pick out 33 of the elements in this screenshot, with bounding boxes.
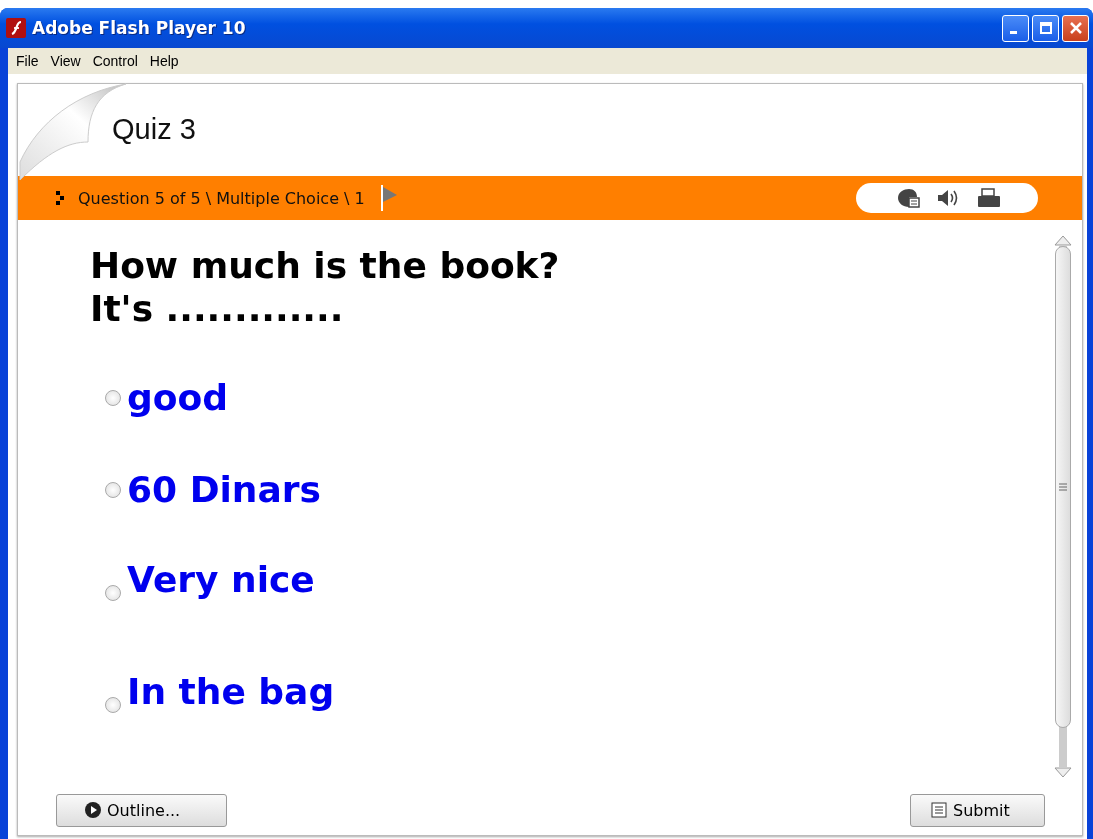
radio-button[interactable] [105,697,121,713]
close-icon [1069,22,1082,34]
question-breadcrumb: Question 5 of 5 \ Multiple Choice \ 1 [78,188,365,208]
minimize-button[interactable] [1002,14,1029,42]
window-title: Adobe Flash Player 10 [32,18,246,38]
answer-option[interactable]: 60 Dinars [127,467,321,513]
menu-item[interactable]: Control [88,53,146,69]
menu-item[interactable]: View [46,53,89,69]
radio-button[interactable] [105,585,121,601]
flash-logo-icon [6,18,26,38]
outline-button[interactable]: Outline... [56,793,227,827]
answer-option[interactable]: good [127,375,228,421]
menu-item[interactable]: Help [145,53,187,69]
quiz-title: Quiz 3 [112,112,196,146]
answer-option[interactable]: In the bag [127,669,335,715]
play-icon [85,802,101,818]
minimize-icon [1010,30,1017,34]
close-button[interactable] [1062,14,1089,42]
scroll-thumb[interactable] [1055,246,1071,728]
answer-option[interactable]: Very nice [127,557,315,603]
submit-button[interactable]: Submit [910,793,1045,827]
print-icon[interactable] [976,188,1002,208]
maximize-icon [1039,22,1052,34]
list-icon [931,802,947,818]
grip-icon [1059,482,1067,492]
radio-button[interactable] [105,390,121,406]
scroll-down-icon[interactable] [1054,767,1072,779]
question-text: How much is the book? It's ............. [90,244,561,330]
menu-item[interactable]: File [12,53,47,69]
maximize-button[interactable] [1032,14,1059,42]
glossary-icon[interactable] [896,188,922,208]
radio-button[interactable] [105,482,121,498]
flag-icon[interactable] [378,184,399,212]
